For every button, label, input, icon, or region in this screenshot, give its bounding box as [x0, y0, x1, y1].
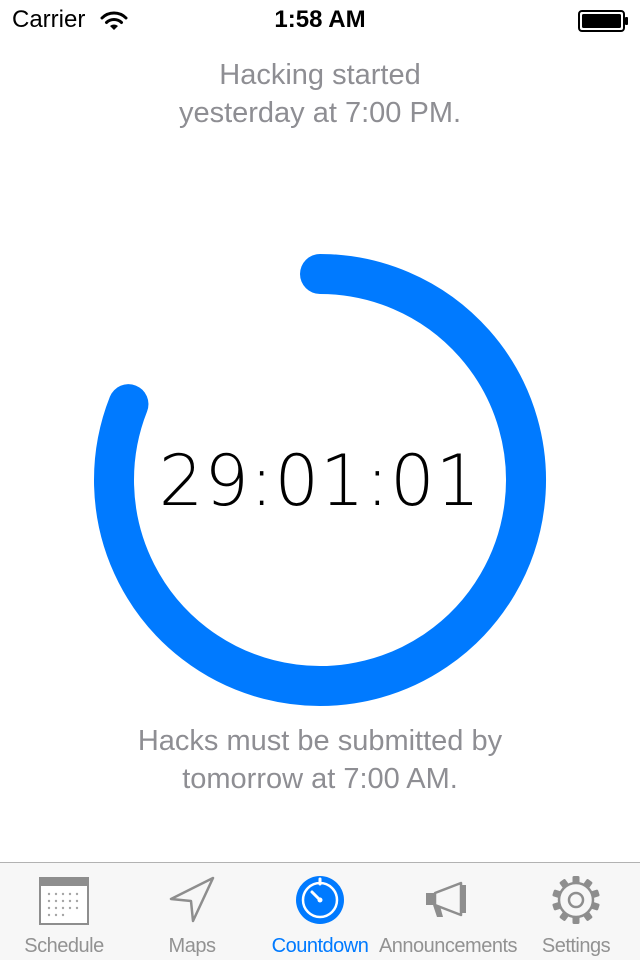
hacking-started-line-1: Hacking started: [219, 59, 421, 91]
tab-label-announcements: Announcements: [378, 935, 518, 957]
status-bar: Carrier 1:58 AM: [0, 0, 640, 40]
tab-maps[interactable]: Maps: [128, 863, 256, 960]
submission-deadline-text: Hacks must be submitted by tomorrow at 7…: [0, 722, 640, 798]
location-arrow-icon: [169, 876, 215, 923]
submission-deadline-line-2: tomorrow at 7:00 AM.: [182, 763, 458, 795]
tab-announcements[interactable]: Announcements: [379, 863, 518, 960]
tab-settings[interactable]: Settings: [512, 863, 640, 960]
calendar-icon: [39, 877, 89, 925]
tab-label-countdown: Countdown: [271, 935, 369, 957]
countdown-screen: Carrier 1:58 AM Hacking started yesterda…: [0, 0, 640, 960]
hacking-started-line-2: yesterday at 7:00 PM.: [178, 97, 462, 129]
megaphone-icon: [426, 881, 466, 917]
gear-icon: [552, 876, 600, 924]
battery-full-icon: [578, 10, 628, 32]
tab-countdown[interactable]: Countdown: [256, 863, 384, 960]
tab-schedule[interactable]: Schedule: [0, 863, 128, 960]
countdown-timer: 29:01:01: [158, 440, 482, 522]
tab-label-settings: Settings: [541, 935, 611, 957]
tab-bar: Schedule Maps Countdown Announcements Se…: [0, 862, 640, 960]
tab-label-maps: Maps: [168, 935, 216, 957]
stopwatch-icon: [296, 876, 344, 924]
submission-deadline-line-1: Hacks must be submitted by: [137, 725, 503, 757]
hacking-started-text: Hacking started yesterday at 7:00 PM.: [0, 56, 640, 132]
status-time: 1:58 AM: [274, 6, 366, 33]
